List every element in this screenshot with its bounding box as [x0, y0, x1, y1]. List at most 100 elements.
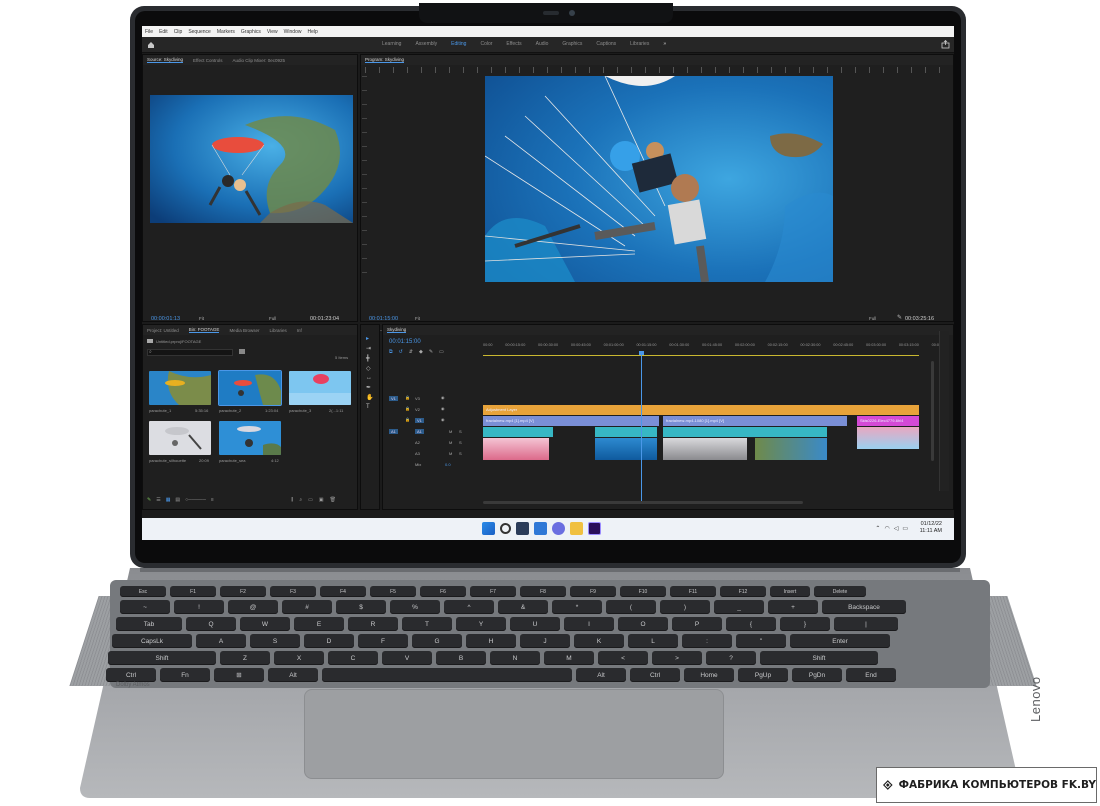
key[interactable]: Fn: [160, 668, 210, 682]
key[interactable]: @: [228, 600, 278, 614]
menu-markers[interactable]: Markers: [217, 29, 235, 35]
razor-tool-icon[interactable]: ◇: [366, 365, 373, 372]
key[interactable]: &: [498, 600, 548, 614]
a1-clip-d[interactable]: [755, 438, 827, 460]
key[interactable]: End: [846, 668, 896, 682]
automate-icon[interactable]: ⫼: [291, 497, 293, 503]
key[interactable]: Esc: [120, 586, 166, 597]
snap-icon[interactable]: ↺: [399, 349, 403, 355]
track-eye-icon[interactable]: ◉: [441, 406, 445, 411]
key[interactable]: Shift: [760, 651, 878, 665]
key[interactable]: F4: [320, 586, 366, 597]
key[interactable]: J: [520, 634, 570, 648]
key[interactable]: F7: [470, 586, 516, 597]
track-lock-icon[interactable]: 🔒: [405, 406, 410, 411]
timeline-h-scrollbar[interactable]: [483, 501, 803, 504]
touchpad[interactable]: [304, 689, 724, 779]
key[interactable]: F6: [420, 586, 466, 597]
track-eye-icon[interactable]: ◉: [441, 395, 445, 400]
key[interactable]: F12: [720, 586, 766, 597]
chevron-up-icon[interactable]: ⌃: [875, 525, 880, 532]
key[interactable]: ?: [706, 651, 756, 665]
nest-icon[interactable]: ⧉: [389, 349, 393, 355]
menu-sequence[interactable]: Sequence: [188, 29, 211, 35]
tab-info[interactable]: Inf: [297, 328, 302, 333]
key[interactable]: S: [250, 634, 300, 648]
workspace-assembly[interactable]: Assembly: [415, 41, 437, 47]
settings-wrench-icon[interactable]: ✎: [897, 314, 902, 321]
timeline-playhead[interactable]: [641, 353, 642, 503]
menu-graphics[interactable]: Graphics: [241, 29, 261, 35]
v1-clip-d[interactable]: [755, 427, 827, 437]
key[interactable]: Enter: [790, 634, 890, 648]
key[interactable]: V: [382, 651, 432, 665]
pen-tool-icon[interactable]: ✒: [366, 384, 373, 391]
track-lock-icon[interactable]: 🔒: [405, 417, 410, 422]
workspace-audio[interactable]: Audio: [536, 41, 549, 47]
source-timecode-in[interactable]: 00:00:01:13: [151, 316, 180, 322]
source-patch-v1[interactable]: V1: [389, 396, 398, 401]
program-timecode-in[interactable]: 00:01:15:00: [369, 316, 398, 322]
mute-icon[interactable]: M: [449, 440, 452, 445]
key[interactable]: F2: [220, 586, 266, 597]
key[interactable]: W: [240, 617, 290, 631]
key[interactable]: ^: [444, 600, 494, 614]
linked-selection-icon[interactable]: ⇵: [409, 349, 413, 355]
workspace-learning[interactable]: Learning: [382, 41, 401, 47]
key[interactable]: X: [274, 651, 324, 665]
trash-icon[interactable]: 🗑: [330, 497, 336, 503]
widgets-icon[interactable]: [534, 522, 547, 535]
key[interactable]: F5: [370, 586, 416, 597]
clip-thumbnail-parachute-3[interactable]: [289, 371, 351, 405]
tab-sequence-skydiving[interactable]: Skydiving: [387, 327, 407, 333]
more-workspaces-icon[interactable]: »: [663, 41, 666, 47]
menu-view[interactable]: View: [267, 29, 278, 35]
captions-icon[interactable]: ▭: [439, 349, 444, 355]
sort-icon[interactable]: ≡: [211, 497, 214, 503]
key[interactable]: F11: [670, 586, 716, 597]
search-icon[interactable]: [500, 523, 511, 534]
key[interactable]: ⊞: [214, 668, 264, 682]
timeline-settings-icon[interactable]: ✎: [429, 349, 433, 355]
premiere-pro-icon[interactable]: [588, 522, 601, 535]
v1-clip-b[interactable]: [595, 427, 657, 437]
program-quality-select[interactable]: Full: [869, 316, 876, 321]
tab-audio-clip-mixer[interactable]: Audio Clip Mixer: 0ec0925: [232, 58, 285, 63]
menu-edit[interactable]: Edit: [159, 29, 168, 35]
key[interactable]: }: [780, 617, 830, 631]
key[interactable]: [322, 668, 572, 682]
freeform-view-icon[interactable]: ▤: [175, 497, 180, 503]
track-lock-icon[interactable]: 🔒: [405, 395, 410, 400]
ripple-edit-tool-icon[interactable]: ╋: [366, 355, 373, 362]
tab-source[interactable]: Source: Skydiving: [147, 57, 184, 63]
tab-project[interactable]: Project: Untitled: [147, 328, 179, 333]
key[interactable]: E: [294, 617, 344, 631]
workspace-graphics[interactable]: Graphics: [562, 41, 582, 47]
key[interactable]: Alt: [576, 668, 626, 682]
key[interactable]: F10: [620, 586, 666, 597]
key[interactable]: Backspace: [822, 600, 906, 614]
key[interactable]: Insert: [770, 586, 810, 597]
workspace-editing[interactable]: Editing: [451, 41, 466, 47]
key[interactable]: U: [510, 617, 560, 631]
zoom-slider[interactable]: ○─────: [185, 497, 206, 503]
key[interactable]: %: [390, 600, 440, 614]
key[interactable]: Q: [186, 617, 236, 631]
v2-clip-b[interactable]: fractalnew-mp4-1080 [1].mp4 [V]: [663, 416, 847, 426]
key[interactable]: ): [660, 600, 710, 614]
teams-chat-icon[interactable]: [552, 522, 565, 535]
key[interactable]: Home: [684, 668, 734, 682]
new-item-icon[interactable]: ▣: [319, 497, 324, 503]
menu-window[interactable]: Window: [284, 29, 302, 35]
a1-clip-c[interactable]: [663, 438, 747, 460]
v1-clip-a[interactable]: [483, 427, 553, 437]
key[interactable]: :: [682, 634, 732, 648]
a1-clip-b[interactable]: [595, 438, 657, 460]
volume-icon[interactable]: ◁: [894, 525, 899, 532]
add-marker-icon[interactable]: ◆: [419, 349, 423, 355]
home-icon[interactable]: [147, 41, 155, 49]
clip-thumbnail-parachute-2[interactable]: [218, 370, 282, 406]
type-tool-icon[interactable]: T: [366, 404, 373, 410]
clip-thumbnail-parachute-1[interactable]: [149, 371, 211, 405]
task-view-icon[interactable]: [516, 522, 529, 535]
